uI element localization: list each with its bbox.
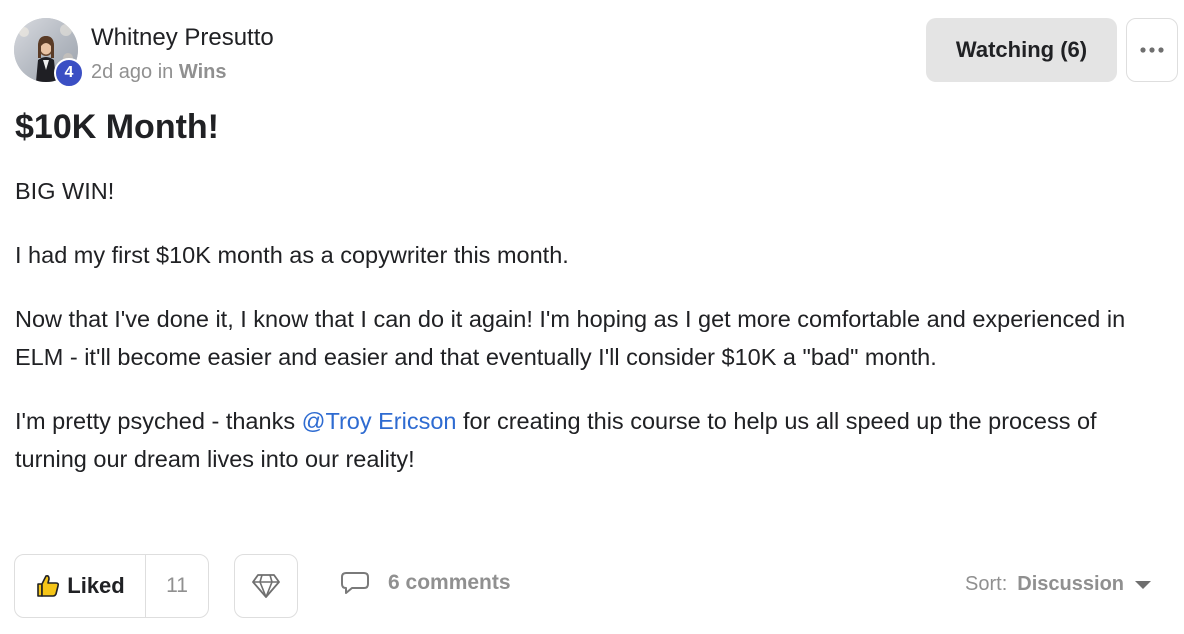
avatar-container[interactable]: 4 (14, 18, 84, 88)
like-button[interactable]: Liked (15, 555, 146, 617)
sort-dropdown[interactable]: Sort: Discussion (965, 573, 1152, 596)
post-paragraph: I'm pretty psyched - thanks @Troy Ericso… (15, 402, 1135, 478)
user-mention-link[interactable]: @Troy Ericson (302, 408, 457, 434)
post-body: BIG WIN! I had my first $10K month as a … (15, 172, 1135, 504)
sort-value: Discussion (1017, 573, 1124, 595)
post-paragraph: I had my first $10K month as a copywrite… (15, 242, 569, 268)
comments-link[interactable]: 6 comments (340, 570, 511, 596)
thumbs-up-icon (37, 575, 60, 597)
watching-button[interactable]: Watching (6) (926, 18, 1117, 82)
post-title: $10K Month! (15, 108, 219, 146)
sort-prefix: Sort: (965, 573, 1008, 595)
caret-down-icon (1135, 580, 1151, 589)
gem-button[interactable] (234, 554, 298, 618)
post-meta: 2d ago in Wins (91, 61, 226, 84)
like-group: Liked 11 (14, 554, 209, 618)
post-time: 2d ago (91, 61, 153, 83)
in-label: in (157, 61, 174, 83)
like-label: Liked (67, 573, 125, 598)
speech-bubble-icon (341, 572, 369, 594)
post-footer: Liked 11 6 comments Sort: Discussion (14, 554, 1164, 618)
author-name[interactable]: Whitney Presutto (91, 24, 274, 52)
level-badge: 4 (54, 58, 84, 88)
diamond-icon (252, 574, 280, 598)
post-header: 4 Whitney Presutto 2d ago in Wins Watchi… (14, 18, 1178, 88)
more-options-button[interactable] (1126, 18, 1178, 82)
post-paragraph: BIG WIN! (15, 178, 115, 204)
category-link[interactable]: Wins (179, 61, 227, 83)
comments-count: 6 comments (388, 571, 511, 594)
post-paragraph: Now that I've done it, I know that I can… (15, 306, 1126, 370)
paragraph-text: I'm pretty psyched - thanks (15, 408, 302, 434)
like-count[interactable]: 11 (146, 555, 208, 617)
ellipsis-icon (1140, 47, 1164, 53)
